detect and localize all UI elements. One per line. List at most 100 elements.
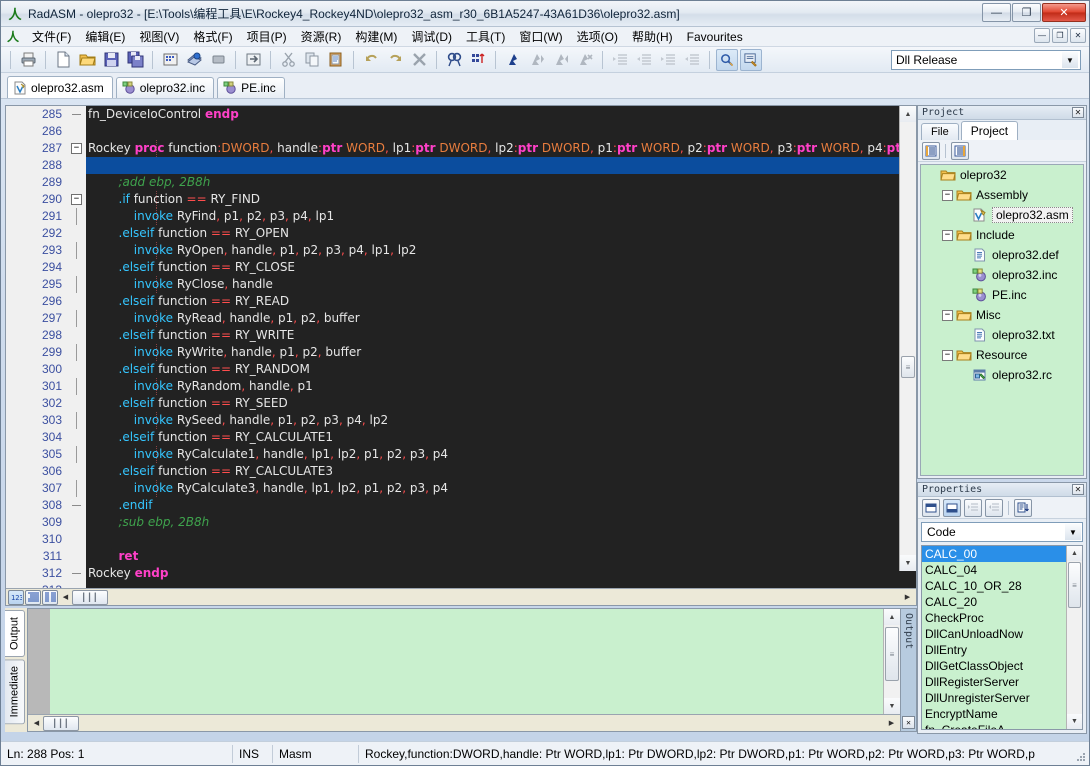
- tree-item[interactable]: olepro32.txt: [921, 325, 1083, 345]
- code-line[interactable]: .elseif function == RY_OPEN: [86, 225, 916, 242]
- properties-scroll-up-arrow[interactable]: ▲: [1067, 546, 1082, 561]
- fold-collapse-icon[interactable]: −: [71, 194, 82, 205]
- categorized-icon[interactable]: [922, 498, 940, 517]
- indent-icon[interactable]: [609, 49, 631, 71]
- menu-item-file[interactable]: 文件(F): [25, 26, 78, 47]
- uncomment-icon[interactable]: [681, 49, 703, 71]
- tab-output[interactable]: Output: [5, 610, 25, 658]
- tree-item[interactable]: PE.inc: [921, 285, 1083, 305]
- bookmark-prev-icon[interactable]: [550, 49, 572, 71]
- tree-collapse-icon[interactable]: −: [942, 189, 953, 201]
- code-line[interactable]: invoke RyFind, p1, p2, p3, p4, lp1: [86, 208, 916, 225]
- code-line[interactable]: invoke RySeed, handle, p1, p2, p3, p4, l…: [86, 412, 916, 429]
- expand-all-icon[interactable]: [922, 141, 940, 160]
- code-editor[interactable]: 285 286 287 288 289 290 291 292 293 294 295 296 297 2…: [5, 105, 917, 606]
- code-line[interactable]: [86, 123, 916, 140]
- output-vertical-scrollbar[interactable]: ▲ ≡ ▼: [883, 609, 900, 714]
- stop-icon[interactable]: [207, 49, 229, 71]
- properties-list-item[interactable]: fn_CreateFileA: [922, 722, 1066, 729]
- list-view-icon[interactable]: [42, 589, 58, 605]
- code-line[interactable]: invoke RyWrite, handle, p1, p2, buffer: [86, 344, 916, 361]
- tree-item[interactable]: − Assembly: [921, 185, 1083, 205]
- debug-icon[interactable]: [716, 48, 738, 71]
- code-line[interactable]: invoke RyCalculate3, handle, lp1, lp2, p…: [86, 480, 916, 497]
- maximize-button[interactable]: ❐: [1012, 3, 1041, 22]
- tab-file[interactable]: File: [921, 123, 959, 140]
- output-close-icon[interactable]: ✕: [902, 716, 915, 729]
- menu-item-resource[interactable]: 资源(R): [294, 26, 349, 47]
- tree-item[interactable]: − Misc: [921, 305, 1083, 325]
- cut-icon[interactable]: [277, 49, 299, 71]
- minimize-button[interactable]: —: [982, 3, 1011, 22]
- menu-item-help[interactable]: 帮助(H): [625, 26, 680, 47]
- menu-item-tools[interactable]: 工具(T): [459, 26, 512, 47]
- collapse-all-icon[interactable]: [951, 141, 969, 160]
- tree-item[interactable]: olepro32.asm: [921, 205, 1083, 225]
- mdi-close-button[interactable]: ✕: [1070, 28, 1086, 43]
- code-line[interactable]: Rockey proc function:DWORD, handle:ptr W…: [86, 140, 916, 157]
- tab-project[interactable]: Project: [960, 121, 1019, 140]
- paste-icon[interactable]: [325, 49, 347, 71]
- code-editor-body[interactable]: 285 286 287 288 289 290 291 292 293 294 295 296 297 2…: [6, 106, 916, 588]
- menu-item-build[interactable]: 构建(M): [348, 26, 404, 47]
- hscroll-thumb[interactable]: ┃┃┃: [72, 589, 108, 605]
- properties-list-item[interactable]: CALC_10_OR_28: [922, 578, 1066, 594]
- scroll-thumb[interactable]: ≡: [901, 356, 915, 378]
- chevron-down-icon[interactable]: ▼: [1065, 524, 1081, 540]
- code-line[interactable]: invoke RyRead, handle, p1, p2, buffer: [86, 310, 916, 327]
- output-scroll-up-arrow[interactable]: ▲: [884, 609, 900, 625]
- code-line[interactable]: invoke RyClose, handle: [86, 276, 916, 293]
- properties-close-icon[interactable]: ✕: [1072, 484, 1084, 495]
- output-hscroll-right-arrow[interactable]: ▶: [885, 716, 898, 730]
- code-line[interactable]: invoke RyOpen, handle, p1, p2, p3, p4, l…: [86, 242, 916, 259]
- chevron-down-icon[interactable]: ▼: [1062, 52, 1078, 68]
- project-tree[interactable]: olepro32− Assembly olepro32.asm − Include ole…: [920, 164, 1084, 476]
- print-icon[interactable]: [17, 49, 39, 71]
- editor-vertical-scrollbar[interactable]: ▲ ≡ ▼: [899, 106, 916, 571]
- code-line[interactable]: ;sub ebp, 2B8h: [86, 514, 916, 531]
- properties-list-item[interactable]: EncryptName: [922, 706, 1066, 722]
- copy-icon[interactable]: [301, 49, 323, 71]
- compile-icon[interactable]: [183, 49, 205, 71]
- code-line[interactable]: ret: [86, 548, 916, 565]
- menu-item-project[interactable]: 项目(P): [240, 26, 294, 47]
- properties-vertical-scrollbar[interactable]: ▲ ≡ ▼: [1066, 546, 1082, 729]
- mdi-restore-button[interactable]: ❐: [1052, 28, 1068, 43]
- tree-item[interactable]: − Include: [921, 225, 1083, 245]
- hscroll-left-arrow[interactable]: ◀: [59, 590, 72, 604]
- tab-immediate[interactable]: Immediate: [5, 659, 25, 725]
- code-line[interactable]: .elseif function == RY_WRITE: [86, 327, 916, 344]
- tree-collapse-icon[interactable]: −: [942, 349, 953, 361]
- properties-list-item[interactable]: DllCanUnloadNow: [922, 626, 1066, 642]
- menu-item-view[interactable]: 视图(V): [132, 26, 186, 47]
- save-all-icon[interactable]: [124, 49, 146, 71]
- tab-olepro32-asm[interactable]: olepro32.asm: [7, 76, 113, 98]
- output-text[interactable]: [50, 609, 883, 714]
- properties-list-item[interactable]: DllEntry: [922, 642, 1066, 658]
- project-close-icon[interactable]: ✕: [1072, 107, 1084, 118]
- tree-item[interactable]: olepro32.inc: [921, 265, 1083, 285]
- build-icon[interactable]: [159, 49, 181, 71]
- alphabetic-icon[interactable]: [943, 498, 961, 517]
- properties-list-item[interactable]: CALC_20: [922, 594, 1066, 610]
- menu-item-debug[interactable]: 调试(D): [404, 26, 459, 47]
- properties-list-item[interactable]: CheckProc: [922, 610, 1066, 626]
- menu-item-options[interactable]: 选项(O): [570, 26, 625, 47]
- code-line[interactable]: fn_DeviceIoControl endp: [86, 106, 916, 123]
- menu-item-edit[interactable]: 编辑(E): [78, 26, 132, 47]
- tree-item[interactable]: olepro32: [921, 165, 1083, 185]
- run-icon[interactable]: [242, 49, 264, 71]
- output-scroll-down-arrow[interactable]: ▼: [884, 698, 900, 714]
- close-button[interactable]: ✕: [1042, 3, 1086, 22]
- outdent-icon[interactable]: [633, 49, 655, 71]
- find-icon[interactable]: [443, 49, 465, 71]
- output-hscroll-left-arrow[interactable]: ◀: [30, 716, 43, 730]
- replace-icon[interactable]: [467, 49, 489, 71]
- fold-marker[interactable]: −: [68, 191, 86, 208]
- properties-category-select[interactable]: Code ▼: [921, 522, 1083, 542]
- scroll-up-arrow[interactable]: ▲: [900, 106, 916, 122]
- code-text-area[interactable]: fn_DeviceIoControl endp Rockey proc func…: [86, 106, 916, 588]
- properties-list-item[interactable]: DllGetClassObject: [922, 658, 1066, 674]
- open-folder-icon[interactable]: [76, 49, 98, 71]
- tree-item[interactable]: − Resource: [921, 345, 1083, 365]
